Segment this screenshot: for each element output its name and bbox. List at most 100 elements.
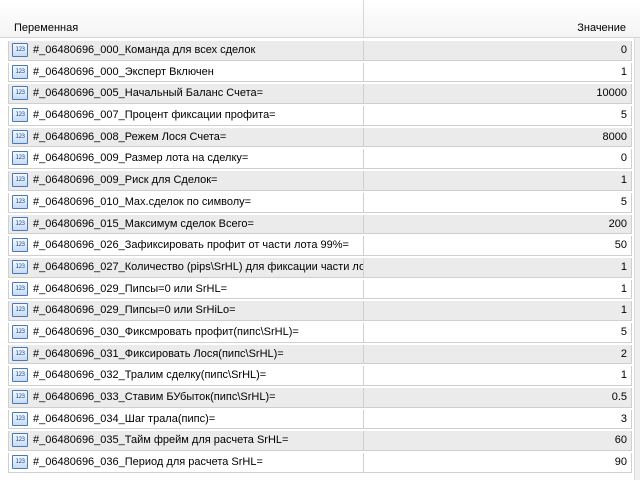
variable-value-cell[interactable]: 8000 [364,127,632,148]
number-type-icon: 123 [12,194,28,209]
variable-value-cell[interactable]: 1 [364,279,632,300]
variable-name-text: #_06480696_005_Начальный Баланс Счета= [33,87,264,100]
table-row[interactable]: 123 #_06480696_007_Процент фиксации профи… [0,105,640,127]
variable-name-cell[interactable]: 123 #_06480696_000_Эксперт Включен [8,62,364,83]
variable-value-cell[interactable]: 2 [364,344,632,365]
variable-value-cell[interactable]: 1 [364,62,632,83]
variable-name-text: #_06480696_000_Команда для всех сделок [33,44,256,56]
number-type-icon: 123 [12,259,28,274]
number-type-icon: 123 [12,411,28,426]
variable-name-text: #_06480696_008_Режем Лося Счета= [33,130,227,143]
variable-name-text: #_06480696_009_Размер лота на сделку= [33,152,249,165]
variable-name-cell[interactable]: 123 #_06480696_010_Max.сделок по символу= [8,192,364,213]
variable-value-cell[interactable]: 0 [364,149,632,170]
number-type-icon: 123 [12,368,28,383]
variable-name-text: #_06480696_033_Ставим БУбыток(пипс\SrHL)… [33,391,276,403]
table-row[interactable]: 123 #_06480696_027_Количество (pips\SrHL)… [0,257,640,279]
variable-name-cell[interactable]: 123 #_06480696_034_Шаг трала(пипс)= [8,409,364,430]
table-row[interactable]: 123 #_06480696_009_Размер лота на сделку=… [0,148,640,170]
table-row[interactable]: 123 #_06480696_035_Тайм фрейм для расчета… [0,430,640,452]
variable-name-text: #_06480696_032_Тралим сделку(пипс\SrHL)= [33,369,267,382]
variable-value-cell[interactable]: 90 [364,453,632,473]
number-type-icon: 123 [12,455,28,470]
variable-value-cell[interactable]: 60 [364,431,632,452]
variable-value-cell[interactable]: 5 [364,192,632,213]
table-row[interactable]: 123 #_06480696_015_Максимум сделок Всего=… [0,214,640,236]
table-row[interactable]: 123 #_06480696_000_Команда для всех сдело… [0,40,640,62]
variable-name-text: #_06480696_034_Шаг трала(пипс)= [33,412,216,425]
variable-name-text: #_06480696_030_Фиксмровать профит(пипс\S… [33,325,299,338]
variable-name-text: #_06480696_007_Процент фиксации профита= [33,109,276,122]
variable-name-text: #_06480696_027_Количество (pips\SrHL) дл… [33,260,364,273]
variable-name-cell[interactable]: 123 #_06480696_015_Максимум сделок Всего= [8,214,364,235]
variable-name-cell[interactable]: 123 #_06480696_031_Фиксировать Лося(пипс\… [8,344,364,365]
variable-value-cell[interactable]: 1 [364,257,632,278]
variable-name-cell[interactable]: 123 #_06480696_007_Процент фиксации профи… [8,106,364,126]
variable-value-cell[interactable]: 10000 [364,84,632,105]
number-type-icon: 123 [12,108,28,123]
number-type-icon: 123 [12,216,28,231]
column-header-value[interactable]: Значение [364,0,634,37]
variable-name-cell[interactable]: 123 #_06480696_029_Пипсы=0 или SrHiLo= [8,301,364,321]
variable-value-cell[interactable]: 1 [364,366,632,386]
table-row[interactable]: 123 #_06480696_010_Max.сделок по символу=… [0,192,640,214]
table-row[interactable]: 123 #_06480696_029_Пипсы=0 или SrHL= 1 [0,279,640,301]
variable-name-cell[interactable]: 123 #_06480696_029_Пипсы=0 или SrHL= [8,279,364,300]
table-row[interactable]: 123 #_06480696_034_Шаг трала(пипс)= 3 [0,409,640,431]
table-row[interactable]: 123 #_06480696_008_Режем Лося Счета= 8000 [0,127,640,149]
table-row[interactable]: 123 #_06480696_005_Начальный Баланс Счета… [0,83,640,105]
number-type-icon: 123 [12,43,28,57]
variable-name-cell[interactable]: 123 #_06480696_009_Размер лота на сделку= [8,149,364,170]
number-type-icon: 123 [12,433,28,448]
variable-name-cell[interactable]: 123 #_06480696_030_Фиксмровать профит(пип… [8,322,364,343]
variable-name-cell[interactable]: 123 #_06480696_036_Период для расчета SrH… [8,453,364,473]
table-row[interactable]: 123 #_06480696_036_Период для расчета SrH… [0,452,640,474]
variable-name-cell[interactable]: 123 #_06480696_035_Тайм фрейм для расчета… [8,431,364,452]
table-row[interactable]: 123 #_06480696_033_Ставим БУбыток(пипс\Sr… [0,387,640,409]
variable-name-cell[interactable]: 123 #_06480696_005_Начальный Баланс Счета… [8,84,364,105]
table-row[interactable]: 123 #_06480696_000_Эксперт Включен 1 [0,62,640,84]
number-type-icon: 123 [12,64,28,79]
variable-name-cell[interactable]: 123 #_06480696_009_Риск для Сделок= [8,171,364,191]
number-type-icon: 123 [12,303,28,318]
variable-name-cell[interactable]: 123 #_06480696_027_Количество (pips\SrHL)… [8,257,364,278]
variable-value-cell[interactable]: 3 [364,409,632,430]
table-row[interactable]: 123 #_06480696_032_Тралим сделку(пипс\SrH… [0,365,640,387]
global-variables-table: Переменная Значение 123 #_06480696_000_Ко… [0,0,640,480]
variable-name-cell[interactable]: 123 #_06480696_000_Команда для всех сдело… [8,41,364,61]
variable-name-text: #_06480696_029_Пипсы=0 или SrHL= [33,282,228,295]
table-row[interactable]: 123 #_06480696_009_Риск для Сделок= 1 [0,170,640,192]
variable-name-text: #_06480696_035_Тайм фрейм для расчета Sr… [33,434,289,447]
variable-value-cell[interactable]: 5 [364,106,632,126]
variable-value-cell[interactable]: 0 [364,41,632,61]
table-row[interactable]: 123 #_06480696_030_Фиксмровать профит(пип… [0,322,640,344]
number-type-icon: 123 [12,151,28,166]
table-row[interactable]: 123 #_06480696_026_Зафиксировать профит о… [0,235,640,257]
variable-name-text: #_06480696_000_Эксперт Включен [33,65,214,78]
variable-value-cell[interactable]: 1 [364,171,632,191]
table-row[interactable]: 123 #_06480696_029_Пипсы=0 или SrHiLo= 1 [0,300,640,322]
variable-name-text: #_06480696_029_Пипсы=0 или SrHiLo= [33,304,236,317]
variable-value-cell[interactable]: 50 [364,236,632,256]
variable-name-text: #_06480696_036_Период для расчета SrHL= [33,456,263,469]
variable-name-text: #_06480696_026_Зафиксировать профит от ч… [33,239,349,252]
variable-name-cell[interactable]: 123 #_06480696_032_Тралим сделку(пипс\SrH… [8,366,364,386]
number-type-icon: 123 [12,86,28,101]
variable-value-cell[interactable]: 0.5 [364,388,632,408]
variable-value-cell[interactable]: 5 [364,322,632,343]
variable-name-text: #_06480696_015_Максимум сделок Всего= [33,217,254,230]
number-type-icon: 123 [12,324,28,339]
vertical-scrollbar[interactable] [634,38,640,480]
number-type-icon: 123 [12,173,28,188]
table-body: 123 #_06480696_000_Команда для всех сдело… [0,40,640,474]
table-row[interactable]: 123 #_06480696_031_Фиксировать Лося(пипс\… [0,344,640,366]
variable-name-cell[interactable]: 123 #_06480696_033_Ставим БУбыток(пипс\Sr… [8,388,364,408]
variable-name-cell[interactable]: 123 #_06480696_008_Режем Лося Счета= [8,127,364,148]
variable-name-cell[interactable]: 123 #_06480696_026_Зафиксировать профит о… [8,236,364,256]
variable-value-cell[interactable]: 200 [364,214,632,235]
number-type-icon: 123 [12,281,28,296]
variable-value-cell[interactable]: 1 [364,301,632,321]
column-header-variable[interactable]: Переменная [0,0,364,37]
number-type-icon: 123 [12,129,28,144]
variable-name-text: #_06480696_009_Риск для Сделок= [33,174,218,187]
